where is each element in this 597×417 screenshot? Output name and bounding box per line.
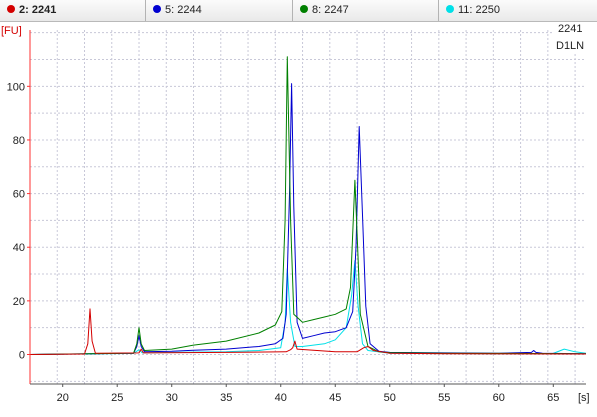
y-axis-label: [FU] [1,25,22,37]
tab-label: 5: 2244 [165,4,202,16]
sample-info-name: D1LN [556,40,584,52]
tab-sample-2[interactable]: 2: 2241 [0,0,146,21]
y-tick-label: 60 [13,189,25,201]
x-tick-label: 30 [166,392,178,404]
y-tick-label: 20 [13,296,25,308]
x-tick-label: 40 [275,392,287,404]
tab-sample-11[interactable]: 11: 2250 [439,0,597,21]
red-dot-icon [7,5,15,13]
tab-label: 8: 2247 [312,4,349,16]
tab-sample-8[interactable]: 8: 2247 [293,0,439,21]
y-tick-label: 80 [13,135,25,147]
y-tick-label: 100 [7,81,25,93]
tab-label: 2: 2241 [19,4,57,16]
sample-tab-bar: 2: 2241 5: 2244 8: 2247 11: 2250 [0,0,597,22]
electropherogram-view: 2: 2241 5: 2244 8: 2247 11: 2250 0 20 40 60… [0,0,597,417]
plot-background [30,30,586,384]
cyan-dot-icon [446,5,454,13]
x-tick-label: 35 [220,392,232,404]
x-tick-label: 65 [547,392,559,404]
green-dot-icon [300,5,308,13]
x-tick-label: 20 [57,392,69,404]
electropherogram-chart: 0 20 40 60 80 100 20 25 30 35 40 45 50 55 60 65 [FU] [s… [1,22,590,404]
x-tick-label: 25 [111,392,123,404]
y-tick-label: 40 [13,242,25,254]
x-tick-label: 50 [384,392,396,404]
blue-dot-icon [153,5,161,13]
tab-label: 11: 2250 [458,4,501,16]
y-tick-label: 0 [19,350,25,362]
tab-sample-5[interactable]: 5: 2244 [146,0,293,21]
x-tick-label: 55 [438,392,450,404]
x-tick-label: 60 [493,392,505,404]
sample-info-id: 2241 [558,23,582,35]
x-axis-label: [s] [578,392,590,404]
x-tick-label: 45 [329,392,341,404]
sample-info-box: 2241 D1LN [552,22,586,54]
